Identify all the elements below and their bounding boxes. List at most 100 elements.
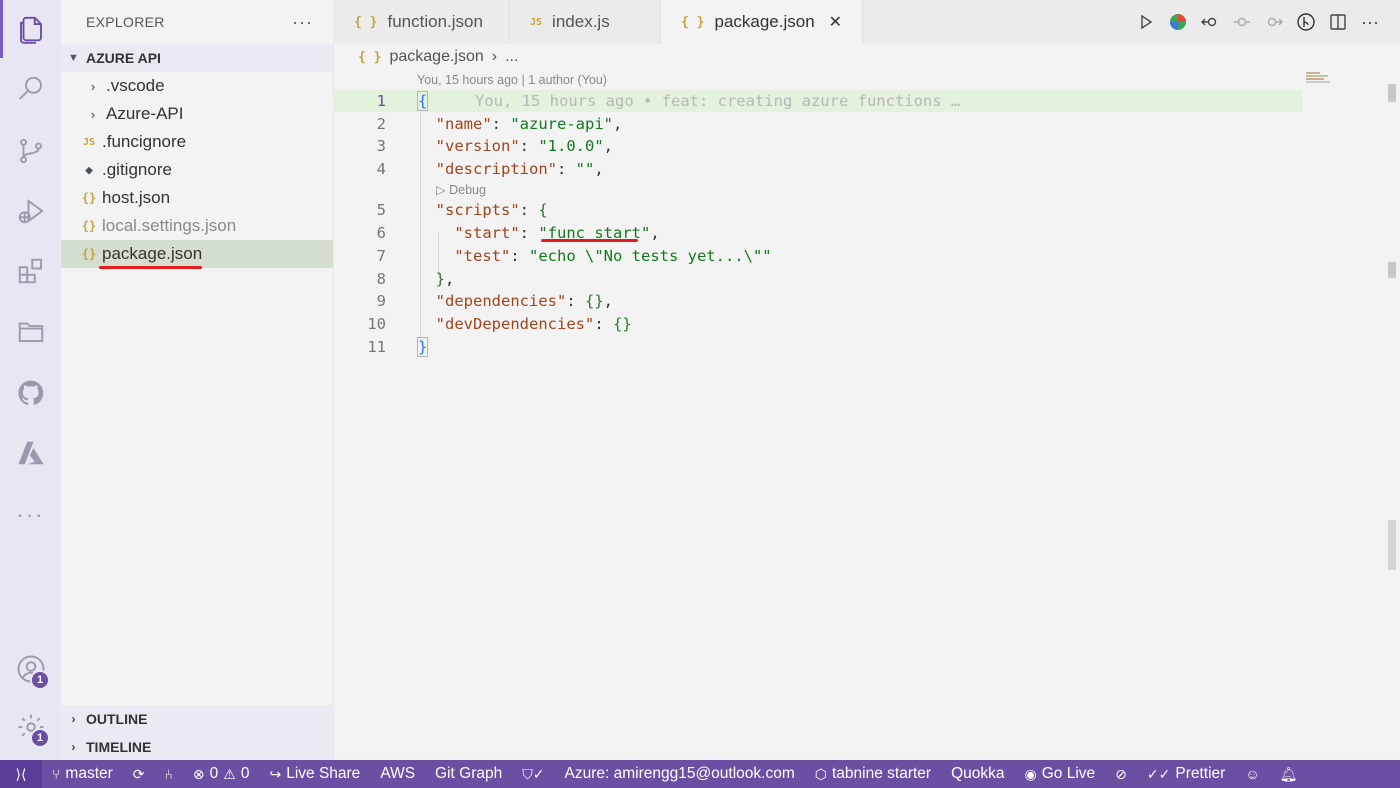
- json-file-icon: { }: [681, 14, 705, 30]
- code-line: 7 "test": "echo \"No tests yet...\"": [376, 247, 772, 265]
- live-share-button[interactable]: ↪ Live Share: [259, 765, 370, 783]
- project-name: AZURE API: [86, 50, 161, 66]
- timeline-section[interactable]: › TIMELINE: [61, 733, 334, 761]
- git-graph-button[interactable]: Git Graph: [425, 765, 512, 783]
- editor-actions: ···: [1130, 0, 1400, 44]
- tab-function-json[interactable]: { } function.json: [334, 0, 510, 44]
- shield-check-icon[interactable]: ⛉✓: [512, 766, 554, 783]
- tree-file-funcignore[interactable]: JS .funcignore: [61, 128, 333, 156]
- activity-bar: ··· 1 1: [0, 0, 61, 760]
- quokka-button[interactable]: Quokka: [941, 765, 1014, 783]
- error-icon: ⊗: [192, 765, 205, 782]
- settings-gear-icon[interactable]: 1: [0, 702, 61, 752]
- red-underline-annotation: [541, 239, 638, 242]
- sync-icon: ⟳: [132, 765, 145, 782]
- tree-file-local-settings[interactable]: {} local.settings.json: [61, 212, 333, 240]
- sync-button[interactable]: ⟳: [123, 766, 155, 783]
- js-file-icon: JS: [82, 136, 96, 148]
- git-next-icon[interactable]: [1258, 6, 1290, 38]
- git-branch-icon: ⑂: [52, 766, 61, 782]
- explorer-sidebar: EXPLORER ··· ▼ AZURE API › .vscode › Azu…: [61, 0, 334, 761]
- tree-item-label: .funcignore: [102, 132, 187, 151]
- js-file-icon: JS: [530, 16, 543, 28]
- aws-button[interactable]: AWS: [370, 765, 425, 783]
- live-share-icon: ↪: [269, 765, 282, 782]
- status-bar: ⟩⟨ ⑂ master ⟳ ⑃ ⊗ 0 ⚠ 0 ↪ Live Share AWS…: [0, 760, 1400, 788]
- tree-file-gitignore[interactable]: ◆ .gitignore: [61, 156, 333, 184]
- codelens-author[interactable]: You, 15 hours ago | 1 author (You): [417, 73, 607, 87]
- tree-folder-vscode[interactable]: › .vscode: [61, 72, 333, 100]
- tree-file-host-json[interactable]: {} host.json: [61, 184, 333, 212]
- more-actions-icon[interactable]: ···: [1354, 6, 1386, 38]
- scrollbar-marker[interactable]: [1388, 262, 1396, 278]
- code-line: 4 "description": "",: [376, 159, 604, 178]
- branch-status[interactable]: ⑂ master: [42, 765, 123, 783]
- notifications-bell-icon[interactable]: 🔔︎: [1270, 766, 1308, 783]
- problems-status[interactable]: ⊗ 0 ⚠ 0: [183, 765, 260, 783]
- double-check-icon: ✓✓: [1146, 765, 1171, 782]
- tree-folder-azure-api[interactable]: › Azure-API: [61, 100, 333, 128]
- chevron-right-icon: ›: [71, 740, 76, 754]
- json-file-icon: {}: [81, 191, 97, 205]
- git-graph-icon[interactable]: ⑃: [155, 766, 183, 782]
- debug-codelens[interactable]: ▷ Debug: [436, 182, 486, 197]
- breadcrumb-rest[interactable]: ...: [505, 48, 518, 66]
- minimap[interactable]: [1306, 72, 1336, 92]
- tree-item-label: host.json: [102, 188, 171, 207]
- red-underline-annotation: [99, 266, 202, 269]
- git-commit-icon[interactable]: [1226, 6, 1258, 38]
- run-icon[interactable]: [1130, 6, 1162, 38]
- code-line: 3 "version": "1.0.0",: [376, 137, 614, 155]
- tab-label: function.json: [387, 12, 483, 31]
- search-icon[interactable]: [0, 64, 61, 114]
- remote-explorer-icon[interactable]: [0, 306, 61, 356]
- eye-closed-icon[interactable]: ⊘: [1105, 766, 1137, 783]
- scrollbar-thumb[interactable]: [1388, 84, 1396, 102]
- breadcrumb-file[interactable]: package.json: [389, 48, 483, 66]
- git-blame-annotation: You, 15 hours ago • feat: creating azure…: [475, 92, 961, 110]
- account-icon[interactable]: 1: [0, 644, 61, 694]
- tabnine-button[interactable]: ⬡ tabnine starter: [805, 765, 941, 783]
- tab-package-json[interactable]: { } package.json ✕: [661, 0, 864, 44]
- tab-index-js[interactable]: JS index.js: [510, 0, 661, 44]
- explorer-icon[interactable]: [0, 4, 61, 54]
- feedback-icon[interactable]: ☺: [1235, 766, 1269, 782]
- project-section-header[interactable]: ▼ AZURE API: [61, 44, 333, 72]
- git-lens-icon[interactable]: [1290, 6, 1322, 38]
- explorer-more-button[interactable]: ···: [292, 12, 313, 33]
- timeline-label: TIMELINE: [86, 739, 152, 755]
- chevron-right-icon: ›: [90, 106, 96, 122]
- json-file-icon: { }: [354, 14, 378, 30]
- breadcrumb: { } package.json › ...: [358, 48, 518, 66]
- git-compare-icon[interactable]: [1194, 6, 1226, 38]
- more-icon[interactable]: ···: [0, 490, 61, 540]
- extensions-icon[interactable]: [0, 246, 61, 296]
- go-live-button[interactable]: ◉ Go Live: [1015, 765, 1106, 783]
- github-icon[interactable]: [0, 368, 61, 418]
- explorer-title: EXPLORER: [86, 14, 165, 30]
- run-debug-icon[interactable]: [0, 186, 61, 236]
- json-file-icon: {}: [81, 247, 97, 261]
- account-badge: 1: [30, 670, 50, 690]
- code-line: 10 "devDependencies": {}: [367, 315, 632, 333]
- broadcast-icon: ◉: [1024, 765, 1037, 782]
- azure-account-button[interactable]: Azure: amirengg15@outlook.com: [554, 765, 804, 783]
- tree-file-package-json[interactable]: {} package.json: [61, 240, 333, 268]
- prettier-button[interactable]: ✓✓ Prettier: [1137, 765, 1235, 783]
- warning-icon: ⚠: [223, 765, 236, 782]
- azure-icon[interactable]: [0, 428, 61, 478]
- remote-indicator-icon[interactable]: ⟩⟨: [0, 760, 42, 788]
- tab-label: index.js: [552, 12, 610, 31]
- code-line: 8 },: [376, 269, 455, 288]
- outline-section[interactable]: › OUTLINE: [61, 705, 334, 733]
- tab-bar: { } function.json JS index.js { } packag…: [334, 0, 1400, 44]
- tabnine-icon: ⬡: [814, 765, 827, 782]
- code-line: 5 "scripts": {: [376, 201, 548, 219]
- quokka-icon[interactable]: [1162, 6, 1194, 38]
- chevron-right-icon: ›: [90, 78, 96, 94]
- code-line: 9 "dependencies": {},: [376, 292, 614, 310]
- split-editor-icon[interactable]: [1322, 6, 1354, 38]
- source-control-icon[interactable]: [0, 126, 61, 176]
- close-icon[interactable]: ✕: [829, 12, 842, 32]
- scrollbar-track-marker: [1388, 520, 1396, 570]
